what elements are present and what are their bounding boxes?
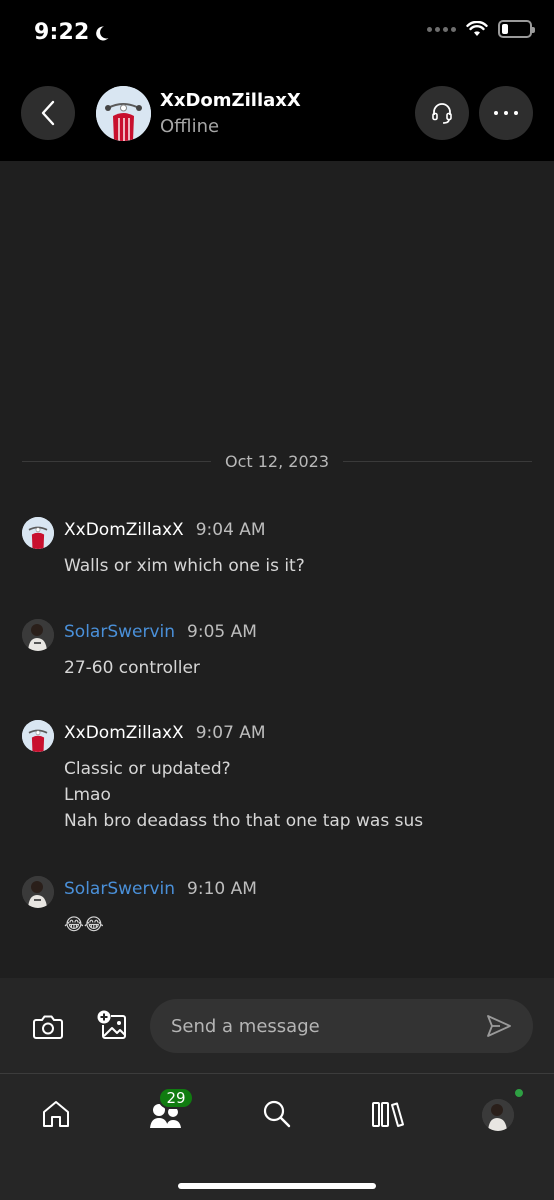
signal-icon	[427, 26, 456, 32]
message-meta: XxDomZillaxX 9:07 AM	[64, 723, 266, 743]
sender-name[interactable]: XxDomZillaxX	[64, 723, 184, 743]
moon-icon	[95, 25, 109, 40]
message-text: Classic or updated?	[64, 759, 231, 779]
party-chat-button[interactable]	[415, 86, 469, 140]
message-text: Lmao	[64, 785, 111, 805]
contact-avatar[interactable]	[96, 86, 151, 141]
camera-icon	[33, 1015, 63, 1039]
message-time: 9:10 AM	[187, 879, 257, 899]
home-indicator[interactable]	[178, 1183, 376, 1189]
status-icons	[427, 20, 535, 38]
sender-name[interactable]: SolarSwervin	[64, 622, 175, 642]
message-text: 27-60 controller	[64, 658, 200, 678]
message-input[interactable]	[150, 999, 533, 1053]
profile-avatar	[482, 1099, 514, 1131]
tab-profile[interactable]	[482, 1099, 514, 1131]
scooter-avatar-icon	[22, 517, 54, 549]
ellipsis-icon	[494, 111, 518, 115]
divider-line	[343, 460, 532, 462]
person-avatar-icon	[22, 876, 54, 908]
sender-name[interactable]: SolarSwervin	[64, 879, 175, 899]
date-divider: Oct 12, 2023	[22, 450, 532, 472]
message-body: Classic or updated? Lmao Nah bro deadass…	[64, 756, 423, 834]
message-time: 9:07 AM	[195, 723, 266, 743]
camera-button[interactable]	[32, 1012, 64, 1042]
chevron-left-icon	[41, 100, 55, 126]
home-icon	[43, 1101, 69, 1127]
sender-avatar[interactable]	[22, 517, 54, 549]
battery-icon	[498, 20, 535, 38]
contact-name[interactable]: XxDomZillaxX	[160, 90, 301, 111]
message-text: Nah bro deadass tho that one tap was sus	[64, 811, 424, 831]
message-time: 9:05 AM	[187, 622, 257, 642]
tab-library[interactable]	[368, 1094, 408, 1134]
person-avatar-icon	[22, 619, 54, 651]
message-meta: SolarSwervin 9:05 AM	[64, 622, 257, 642]
sender-avatar[interactable]	[22, 720, 54, 752]
scooter-avatar-icon	[22, 720, 54, 752]
tab-bar	[0, 1074, 554, 1200]
status-time: 9:22	[34, 20, 110, 45]
tab-home[interactable]	[36, 1094, 76, 1134]
sender-avatar[interactable]	[22, 619, 54, 651]
message-meta: SolarSwervin 9:10 AM	[64, 879, 257, 899]
message-time: 9:04 AM	[195, 520, 266, 540]
presence-status: Offline	[160, 116, 220, 137]
add-image-button[interactable]	[96, 1009, 128, 1041]
send-icon	[487, 1015, 511, 1037]
sender-name[interactable]: XxDomZillaxX	[64, 520, 184, 540]
message-body: 😂😂	[64, 912, 104, 938]
message-meta: XxDomZillaxX 9:04 AM	[64, 520, 266, 540]
headset-icon	[432, 103, 452, 124]
tab-search[interactable]	[257, 1094, 297, 1134]
more-options-button[interactable]	[479, 86, 533, 140]
divider-line	[22, 460, 211, 462]
online-status-dot	[513, 1087, 525, 1099]
message-text: Walls or xim which one is it?	[64, 556, 305, 576]
notification-badge: 29	[158, 1087, 194, 1109]
message-text: 😂😂	[64, 915, 104, 935]
scooter-avatar-icon	[96, 86, 151, 141]
date-label: Oct 12, 2023	[225, 451, 329, 471]
message-body: 27-60 controller	[64, 655, 200, 681]
library-icon	[372, 1102, 404, 1127]
message-body: Walls or xim which one is it?	[64, 553, 305, 579]
image-add-icon	[97, 1010, 126, 1039]
wifi-icon	[466, 21, 488, 36]
status-time-text: 9:22	[34, 20, 90, 45]
send-button[interactable]	[486, 1014, 512, 1038]
back-button[interactable]	[21, 86, 75, 140]
search-icon	[263, 1100, 291, 1128]
sender-avatar[interactable]	[22, 876, 54, 908]
